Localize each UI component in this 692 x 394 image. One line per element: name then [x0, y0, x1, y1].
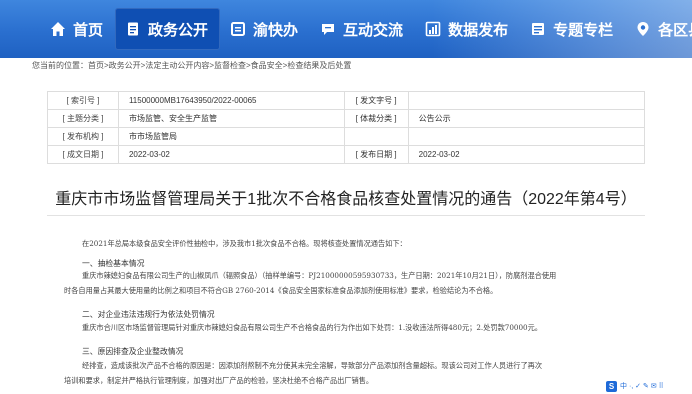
chart-icon — [425, 21, 441, 37]
meta-key: [ 体裁分类 ] — [343, 109, 409, 128]
topic-icon — [530, 21, 546, 37]
nav-interaction[interactable]: 互动交流 — [310, 8, 415, 50]
meta-row: [ 发布机构 ] 市市场监管局 — [47, 127, 646, 146]
meta-value: 2022-03-02 — [117, 145, 345, 164]
meta-value — [407, 127, 646, 146]
document-icon — [125, 21, 141, 37]
meta-value: 市市场监管局 — [117, 127, 345, 146]
nav-interaction-label: 互动交流 — [343, 21, 404, 39]
breadcrumb[interactable]: 您当前的位置：首页>政务公开>法定主动公开内容>监督检查>食品安全>检查结果及后… — [32, 60, 351, 71]
nav-yukuaiban-label: 渝快办 — [253, 21, 299, 39]
nav-home[interactable]: 首页 — [40, 8, 115, 50]
meta-value — [407, 91, 646, 110]
nav-topics[interactable]: 专题专栏 — [520, 8, 625, 50]
nav-topics-label: 专题专栏 — [553, 21, 614, 39]
nav-districts[interactable]: 各区县局 — [625, 8, 692, 50]
district-icon — [635, 21, 651, 37]
meta-key: [ 成文日期 ] — [47, 145, 119, 164]
breadcrumb-text: 您当前的位置：首页>政务公开>法定主动公开内容>监督检查>食品安全>检查结果及后… — [32, 61, 352, 70]
divider — [47, 215, 645, 216]
section-text: 经排查，造成该批次产品不合格的原因是：因添加剂熬制不充分使其未完全溶解，导致部分… — [82, 361, 543, 370]
nav-gov-affairs-label: 政务公开 — [148, 21, 209, 39]
nav-home-label: 首页 — [73, 21, 104, 39]
toolbar-buttons[interactable]: 中 ·, ✓ ✎ ✉ ⠿ — [620, 381, 664, 392]
meta-value: 市场监管、安全生产监管 — [117, 109, 345, 128]
meta-value: 公告公示 — [407, 109, 646, 128]
meta-key: [ 发布机构 ] — [47, 127, 119, 146]
nav-districts-label: 各区县局 — [658, 21, 692, 39]
meta-value: 11500000MB17643950/2022-00065 — [117, 91, 345, 110]
nav-data-release[interactable]: 数据发布 — [415, 8, 520, 50]
meta-table: [ 索引号 ] 11500000MB17643950/2022-00065 [ … — [47, 91, 646, 164]
chat-icon — [320, 21, 336, 37]
meta-row: [ 主题分类 ] 市场监管、安全生产监管 [ 体裁分类 ] 公告公示 — [47, 109, 646, 128]
nav-gov-affairs[interactable]: 政务公开 — [115, 8, 221, 50]
section-text: 重庆市辣媳妇食品有限公司生产的山椒凤爪（辐照食品）（抽样单编号：PJ210000… — [82, 271, 557, 280]
meta-key: [ 发布日期 ] — [343, 145, 409, 164]
nav-data-release-label: 数据发布 — [448, 21, 509, 39]
section-text: 时各自用量占其最大使用量的比例之和项目不符合GB 2760-2014《食品安全国… — [64, 286, 498, 295]
sogou-logo-icon[interactable]: S — [606, 380, 617, 392]
intro-paragraph: 在2021年总局本级食品安全评价性抽检中，涉及我市1批次食品不合格。现将核查处置… — [82, 239, 407, 248]
meta-row: [ 成文日期 ] 2022-03-02 [ 发布日期 ] 2022-03-02 — [47, 145, 646, 164]
service-icon — [230, 21, 246, 37]
meta-row: [ 索引号 ] 11500000MB17643950/2022-00065 [ … — [47, 91, 646, 110]
floating-toolbar[interactable]: S 中 ·, ✓ ✎ ✉ ⠿ — [606, 380, 664, 392]
meta-value: 2022-03-02 — [407, 145, 646, 164]
meta-key — [343, 127, 409, 146]
meta-key: [ 发文字号 ] — [343, 91, 409, 110]
section-heading: 二、对企业违法违规行为依法处罚情况 — [82, 310, 215, 319]
page-title: 重庆市市场监督管理局关于1批次不合格食品核查处置情况的通告（2022年第4号） — [55, 191, 637, 208]
section-heading: 三、原因排查及企业整改情况 — [82, 347, 184, 356]
meta-key: [ 主题分类 ] — [47, 109, 119, 128]
nav-yukuaiban[interactable]: 渝快办 — [220, 8, 310, 50]
section-text: 培训和要求，制定并严格执行管理制度，加强对出厂产品的检验，坚决杜绝不合格产品出厂… — [64, 376, 374, 385]
home-icon — [50, 21, 66, 37]
meta-key: [ 索引号 ] — [47, 91, 119, 110]
top-nav: 首页 政务公开 渝快办 互动交流 数据发布 专题专栏 各区 — [0, 0, 692, 58]
section-text: 重庆市合川区市场监督管理局针对重庆市辣媳妇食品有限公司生产不合格食品的行为作出如… — [82, 323, 542, 332]
